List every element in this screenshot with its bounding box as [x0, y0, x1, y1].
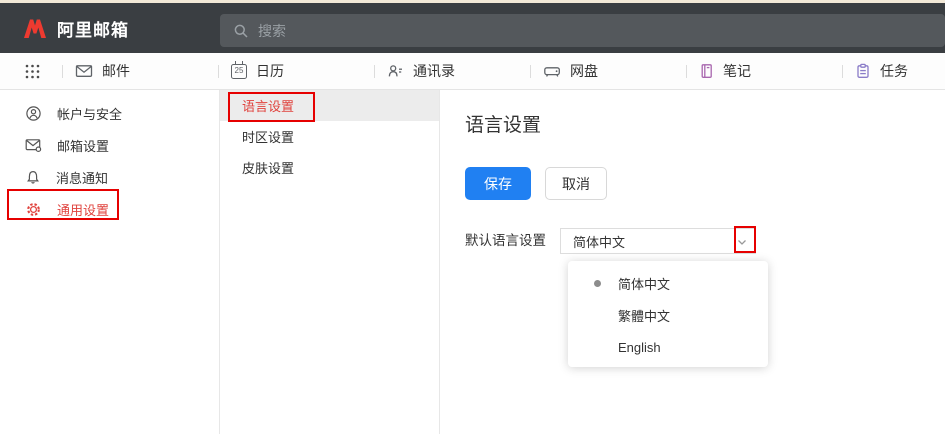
mail-icon — [75, 63, 93, 79]
selected-dot-icon — [594, 280, 601, 287]
tab-calendar-label: 日历 — [256, 61, 284, 81]
tab-drive[interactable]: 网盘 — [530, 53, 686, 89]
page-title: 语言设置 — [465, 110, 541, 137]
tab-mail-label: 邮件 — [102, 61, 130, 81]
language-dropdown-menu: 简体中文 繁體中文 English — [568, 261, 768, 367]
gear-icon — [25, 201, 42, 218]
grid-icon — [24, 63, 41, 80]
nav-divider — [530, 65, 531, 78]
calendar-date-badge: 25 — [235, 67, 244, 75]
settings-nav-item-skin[interactable]: 皮肤设置 — [220, 152, 439, 183]
language-select[interactable]: 简体中文 — [560, 228, 756, 254]
tab-notes-label: 笔记 — [723, 61, 751, 81]
cancel-button[interactable]: 取消 — [545, 167, 607, 200]
tab-tasks[interactable]: 任务 — [842, 53, 945, 89]
settings-sidebar: 帐户与安全 邮箱设置 消息通知 — [0, 90, 220, 434]
task-icon — [855, 63, 871, 79]
tab-contacts[interactable]: 通讯录 — [374, 53, 530, 89]
sidebar-item-account-security[interactable]: 帐户与安全 — [0, 97, 219, 129]
nav-divider — [842, 65, 843, 78]
tab-calendar[interactable]: 25 日历 — [218, 53, 374, 89]
settings-subnav: 语言设置 时区设置 皮肤设置 — [220, 90, 440, 434]
drive-icon — [543, 63, 561, 79]
sidebar-item-notifications[interactable]: 消息通知 — [0, 161, 219, 193]
alimail-m-logo-icon — [22, 18, 48, 39]
app-grid-button[interactable] — [0, 63, 62, 80]
app-navbar: 邮件 25 日历 通讯录 — [0, 53, 945, 90]
bell-icon — [25, 169, 41, 185]
mail-gear-icon — [25, 137, 42, 153]
sidebar-item-mail-settings[interactable]: 邮箱设置 — [0, 129, 219, 161]
app-window: 阿里邮箱 搜索 — [0, 0, 945, 434]
nav-divider — [686, 65, 687, 78]
search-icon — [233, 23, 249, 39]
settings-nav-item-timezone[interactable]: 时区设置 — [220, 121, 439, 152]
tab-mail[interactable]: 邮件 — [62, 53, 218, 89]
nav-divider — [62, 65, 63, 78]
dropdown-option-label: English — [618, 340, 661, 355]
dropdown-option-english[interactable]: English — [568, 331, 768, 363]
sidebar-item-label: 消息通知 — [56, 168, 108, 187]
nav-divider — [218, 65, 219, 78]
dropdown-option-simplified-chinese[interactable]: 简体中文 — [568, 267, 768, 299]
settings-nav-item-language[interactable]: 语言设置 — [220, 90, 439, 121]
sidebar-item-label: 帐户与安全 — [57, 104, 122, 123]
nav-divider — [374, 65, 375, 78]
tab-contacts-label: 通讯录 — [413, 61, 455, 81]
action-buttons: 保存 取消 — [465, 167, 607, 200]
brand-name: 阿里邮箱 — [57, 16, 129, 41]
default-language-label: 默认语言设置 — [465, 228, 546, 254]
sidebar-item-general-settings[interactable]: 通用设置 — [0, 193, 219, 225]
user-circle-icon — [25, 105, 42, 122]
topbar: 阿里邮箱 搜索 — [0, 3, 945, 53]
tab-drive-label: 网盘 — [570, 61, 598, 81]
sidebar-item-label: 邮箱设置 — [57, 136, 109, 155]
note-icon — [699, 63, 714, 79]
tab-notes[interactable]: 笔记 — [686, 53, 842, 89]
language-select-value: 简体中文 — [573, 232, 625, 251]
search-input[interactable]: 搜索 — [220, 14, 945, 47]
contacts-icon — [387, 63, 404, 79]
dropdown-option-traditional-chinese[interactable]: 繁體中文 — [568, 299, 768, 331]
chevron-down-icon[interactable] — [735, 235, 749, 249]
save-button[interactable]: 保存 — [465, 167, 531, 200]
calendar-icon: 25 — [231, 64, 247, 79]
brand-logo: 阿里邮箱 — [0, 16, 129, 41]
search-placeholder: 搜索 — [258, 21, 286, 41]
tab-tasks-label: 任务 — [880, 61, 908, 81]
dropdown-option-label: 简体中文 — [618, 274, 670, 293]
sidebar-item-label: 通用设置 — [57, 200, 109, 219]
dropdown-option-label: 繁體中文 — [618, 306, 670, 325]
